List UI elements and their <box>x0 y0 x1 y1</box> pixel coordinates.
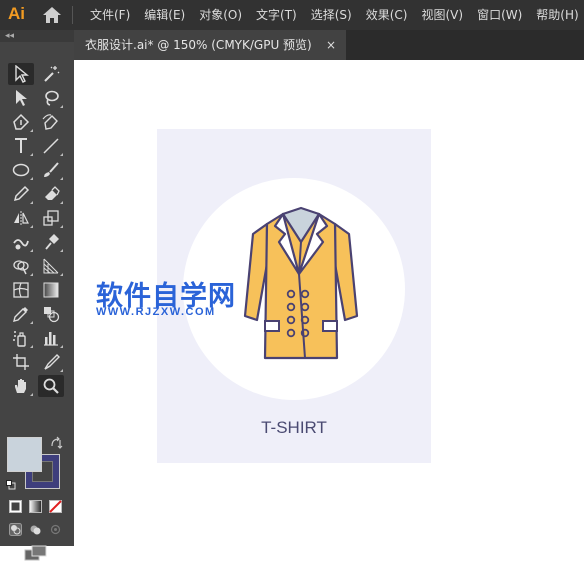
paintbrush-tool-icon[interactable] <box>38 159 64 181</box>
lasso-tool-icon[interactable] <box>38 87 64 109</box>
swap-fill-stroke-icon[interactable] <box>50 436 64 450</box>
symbol-sprayer-tool-icon[interactable] <box>8 327 34 349</box>
gradient-tool-icon[interactable] <box>38 279 64 301</box>
selection-tool-icon[interactable] <box>8 63 34 85</box>
zoom-tool-icon[interactable] <box>38 375 64 397</box>
eyedropper-tool-icon[interactable] <box>8 303 34 325</box>
coat-illustration <box>243 206 359 360</box>
panel-grip[interactable]: ◂◂ <box>0 30 74 42</box>
menu-effect[interactable]: 效果(C) <box>359 0 415 30</box>
canvas-area[interactable]: T-SHIRT 软件自学网 WWW.RJZXW.COM <box>74 60 584 546</box>
menu-select[interactable]: 选择(S) <box>304 0 359 30</box>
watermark-url: WWW.RJZXW.COM <box>96 306 216 318</box>
default-fill-stroke-icon[interactable] <box>6 475 16 490</box>
document-tab-bar: 衣服设计.ai* @ 150% (CMYK/GPU 预览) × <box>74 30 584 60</box>
document-tab-title: 衣服设计.ai* @ 150% (CMYK/GPU 预览) <box>85 38 312 52</box>
change-screen-mode-icon[interactable] <box>24 545 48 561</box>
menu-bar: Ai 文件(F) 编辑(E) 对象(O) 文字(T) 选择(S) 效果(C) 视… <box>0 0 584 30</box>
direct-selection-tool-icon[interactable] <box>8 87 34 109</box>
artboard-label: T-SHIRT <box>261 418 327 437</box>
magic-wand-tool-icon[interactable] <box>38 63 64 85</box>
document-tab[interactable]: 衣服设计.ai* @ 150% (CMYK/GPU 预览) × <box>74 30 346 60</box>
home-icon[interactable] <box>41 5 63 25</box>
menu-list: 文件(F) 编辑(E) 对象(O) 文字(T) 选择(S) 效果(C) 视图(V… <box>83 0 584 30</box>
curvature-tool-icon[interactable] <box>38 111 64 133</box>
draw-behind-icon[interactable] <box>29 521 42 535</box>
hand-tool-icon[interactable] <box>8 375 34 397</box>
reflect-tool-icon[interactable] <box>8 207 34 229</box>
menu-edit[interactable]: 编辑(E) <box>137 0 192 30</box>
column-graph-tool-icon[interactable] <box>38 327 64 349</box>
draw-normal-icon[interactable] <box>9 521 22 536</box>
line-tool-icon[interactable] <box>38 135 64 157</box>
artboard-tool-icon[interactable] <box>8 351 34 373</box>
slice-tool-icon[interactable] <box>38 351 64 373</box>
menu-separator <box>72 6 73 24</box>
menu-type[interactable]: 文字(T) <box>249 0 304 30</box>
color-mode-icon[interactable] <box>9 498 22 513</box>
blend-tool-icon[interactable] <box>38 303 64 325</box>
app-logo: Ai <box>8 4 25 23</box>
shape-builder-tool-icon[interactable] <box>8 255 34 277</box>
gradient-mode-icon[interactable] <box>29 498 42 513</box>
menu-file[interactable]: 文件(F) <box>83 0 137 30</box>
menu-object[interactable]: 对象(O) <box>192 0 249 30</box>
close-tab-icon[interactable]: × <box>326 30 336 60</box>
ellipse-tool-icon[interactable] <box>8 159 34 181</box>
pen-tool-icon[interactable] <box>8 111 34 133</box>
type-tool-icon[interactable] <box>8 135 34 157</box>
pencil-tool-icon[interactable] <box>8 183 34 205</box>
scale-tool-icon[interactable] <box>38 207 64 229</box>
collapse-panel-icon[interactable]: ◂◂ <box>5 30 14 42</box>
mesh-tool-icon[interactable] <box>8 279 34 301</box>
eraser-tool-icon[interactable] <box>38 183 64 205</box>
tools-panel: ◂◂ <box>0 30 74 561</box>
draw-inside-icon[interactable] <box>49 521 62 535</box>
none-mode-icon[interactable] <box>49 498 62 513</box>
puppet-warp-tool-icon[interactable] <box>38 231 64 253</box>
menu-view[interactable]: 视图(V) <box>414 0 470 30</box>
menu-window[interactable]: 窗口(W) <box>470 0 529 30</box>
fill-color-swatch[interactable] <box>7 437 42 472</box>
warp-tool-icon[interactable] <box>8 231 34 253</box>
menu-help[interactable]: 帮助(H) <box>529 0 584 30</box>
perspective-grid-tool-icon[interactable] <box>38 255 64 277</box>
